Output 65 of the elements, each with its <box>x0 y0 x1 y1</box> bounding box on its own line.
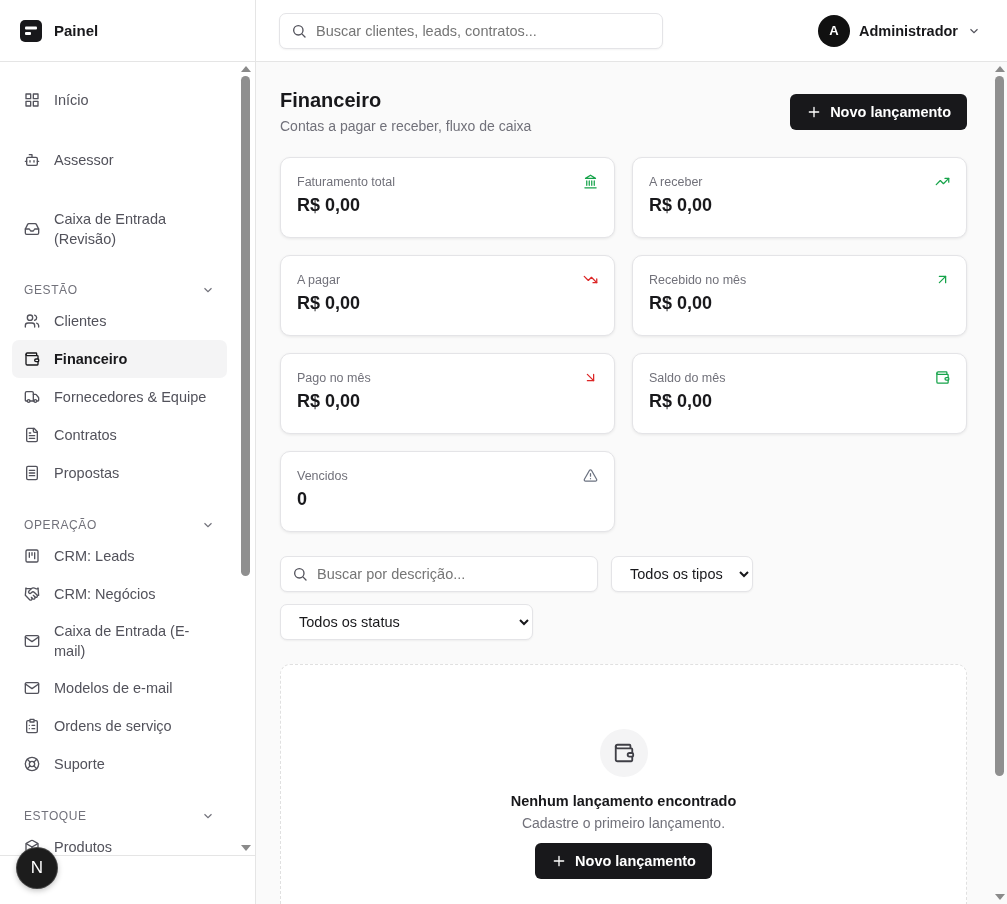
nav-item[interactable]: Contratos <box>12 416 227 454</box>
brand-name: Painel <box>54 22 99 39</box>
nav-item[interactable]: Propostas <box>12 454 227 492</box>
user-name[interactable]: Administrador <box>858 22 958 39</box>
search-icon <box>292 566 308 582</box>
type-select[interactable]: Todos os tipos <box>611 556 753 592</box>
search-icon <box>291 22 307 39</box>
stat-label: Recebido no mês <box>649 272 747 287</box>
document-icon <box>24 427 40 443</box>
truck-icon <box>24 389 40 405</box>
avatar[interactable]: A <box>817 14 850 47</box>
bank-icon <box>583 174 598 189</box>
stat-value: R$ 0,00 <box>649 391 713 412</box>
stat-value: R$ 0,00 <box>297 195 361 216</box>
stat-label: Pago no mês <box>297 370 371 385</box>
stat-label: A pagar <box>297 272 341 287</box>
nav-item[interactable]: Suporte <box>12 745 227 783</box>
section-heading: GESTÃO <box>24 283 78 297</box>
nav-item[interactable]: Modelos de e-mail <box>12 669 227 707</box>
stat-label: Faturamento total <box>297 174 395 189</box>
stat-value: R$ 0,00 <box>297 391 361 412</box>
stat-value: R$ 0,00 <box>297 293 361 314</box>
nav-item[interactable]: Caixa de Entrada (Revisão) <box>12 201 227 257</box>
search-field[interactable]: Buscar por descrição... <box>280 556 598 592</box>
warning-icon <box>583 468 598 483</box>
nav-item[interactable]: Ordens de serviço <box>12 707 227 745</box>
nav-item[interactable]: Assessor <box>12 141 227 179</box>
nav-item[interactable]: Financeiro <box>12 340 227 378</box>
page-title: Financeiro <box>280 88 383 112</box>
wallet-icon <box>599 729 648 777</box>
nav-item[interactable]: CRM: Negócios <box>12 575 227 613</box>
empty-message: Cadastre o primeiro lançamento. <box>521 815 726 831</box>
logo-icon <box>20 19 42 42</box>
stat-value: R$ 0,00 <box>649 195 713 216</box>
robot-icon <box>24 152 40 168</box>
mail-icon <box>24 680 40 696</box>
stat-value: 0 <box>297 489 307 510</box>
handshake-icon <box>24 586 40 602</box>
section-heading: ESTOQUE <box>24 809 87 823</box>
nav-item[interactable]: Clientes <box>12 302 227 340</box>
wallet-icon <box>24 351 40 367</box>
nav-item[interactable]: CRM: Leads <box>12 537 227 575</box>
nav-item[interactable]: Caixa de Entrada (E-mail) <box>12 613 227 669</box>
section-heading: OPERAÇÃO <box>24 518 97 532</box>
nav-item[interactable]: Início <box>12 81 227 119</box>
empty-title: Nenhum lançamento encontrado <box>510 793 737 809</box>
wallet-icon <box>935 370 950 385</box>
users-icon <box>24 313 40 329</box>
mail-icon <box>24 633 40 649</box>
grid-icon <box>24 92 40 108</box>
clipboard-icon <box>24 718 40 734</box>
document-icon <box>24 465 40 481</box>
new-entry-button[interactable]: Novo lançamento <box>535 843 712 879</box>
search-field[interactable]: Buscar clientes, leads, contratos... <box>279 12 663 49</box>
stat-label: Vencidos <box>297 468 348 483</box>
page-subtitle: Contas a pagar e receber, fluxo de caixa <box>280 118 532 134</box>
nav-item[interactable]: Fornecedores & Equipe <box>12 378 227 416</box>
new-entry-button[interactable]: Novo lançamento <box>790 94 967 130</box>
stat-label: Saldo do mês <box>649 370 726 385</box>
stat-label: A receber <box>649 174 703 189</box>
status-select[interactable]: Todos os status <box>280 604 533 640</box>
stat-value: R$ 0,00 <box>649 293 713 314</box>
board-icon <box>24 548 40 564</box>
inbox-icon <box>24 221 40 237</box>
lifebuoy-icon <box>24 756 40 772</box>
